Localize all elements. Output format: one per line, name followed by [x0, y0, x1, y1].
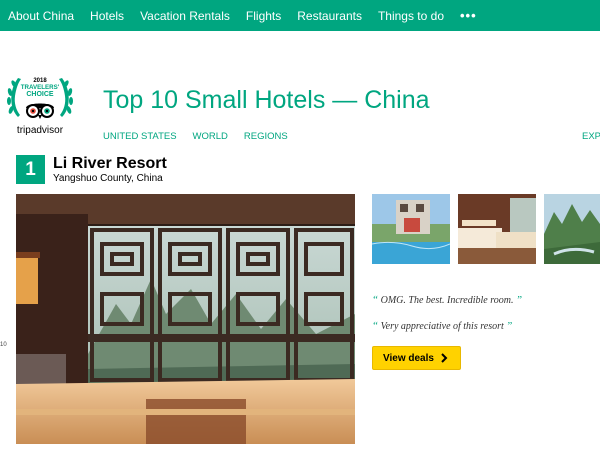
- tab-regions[interactable]: REGIONS: [244, 131, 288, 142]
- thumbnail-pool[interactable]: [372, 194, 450, 264]
- view-deals-button[interactable]: View deals: [372, 346, 461, 370]
- hotel-main-photo[interactable]: [16, 194, 355, 444]
- expand-link[interactable]: EXPA: [582, 131, 600, 142]
- view-deals-label: View deals: [383, 352, 434, 364]
- nav-flights[interactable]: Flights: [246, 9, 281, 23]
- nav-restaurants[interactable]: Restaurants: [297, 9, 362, 23]
- more-menu-icon[interactable]: •••: [460, 8, 477, 23]
- badge-line1: TRAVELERS': [21, 84, 60, 91]
- nav-vacation-rentals[interactable]: Vacation Rentals: [140, 9, 230, 23]
- review-quote: “ Very appreciative of this resort ”: [372, 320, 513, 332]
- owl-icon: [26, 103, 54, 119]
- top-navigation: About China Hotels Vacation Rentals Flig…: [0, 0, 600, 31]
- nav-hotels[interactable]: Hotels: [90, 9, 124, 23]
- side-number: 10: [0, 342, 7, 348]
- badge-brand: tripadvisor: [17, 125, 64, 136]
- review-quote-text: Very appreciative of this resort: [380, 321, 504, 332]
- review-quote-text: OMG. The best. Incredible room.: [380, 295, 514, 306]
- page-title: Top 10 Small Hotels — China: [103, 86, 430, 114]
- tab-united-states[interactable]: UNITED STATES: [103, 131, 177, 142]
- region-tabs: UNITED STATES WORLD REGIONS: [103, 131, 304, 142]
- review-quote: “ OMG. The best. Incredible room. ”: [372, 294, 523, 306]
- rank-badge: 1: [16, 155, 45, 184]
- tab-world[interactable]: WORLD: [193, 131, 228, 142]
- hotel-location: Yangshuo County, China: [53, 173, 163, 184]
- thumbnail-bedroom[interactable]: [458, 194, 536, 264]
- travelers-choice-badge: 2018 TRAVELERS' CHOICE tripadvisor: [7, 78, 73, 136]
- nav-about-china[interactable]: About China: [8, 9, 74, 23]
- chevron-right-icon: [441, 353, 448, 363]
- badge-line2: CHOICE: [26, 91, 54, 98]
- hotel-name[interactable]: Li River Resort: [53, 155, 167, 173]
- nav-things-to-do[interactable]: Things to do: [378, 9, 444, 23]
- thumbnail-landscape[interactable]: [544, 194, 600, 264]
